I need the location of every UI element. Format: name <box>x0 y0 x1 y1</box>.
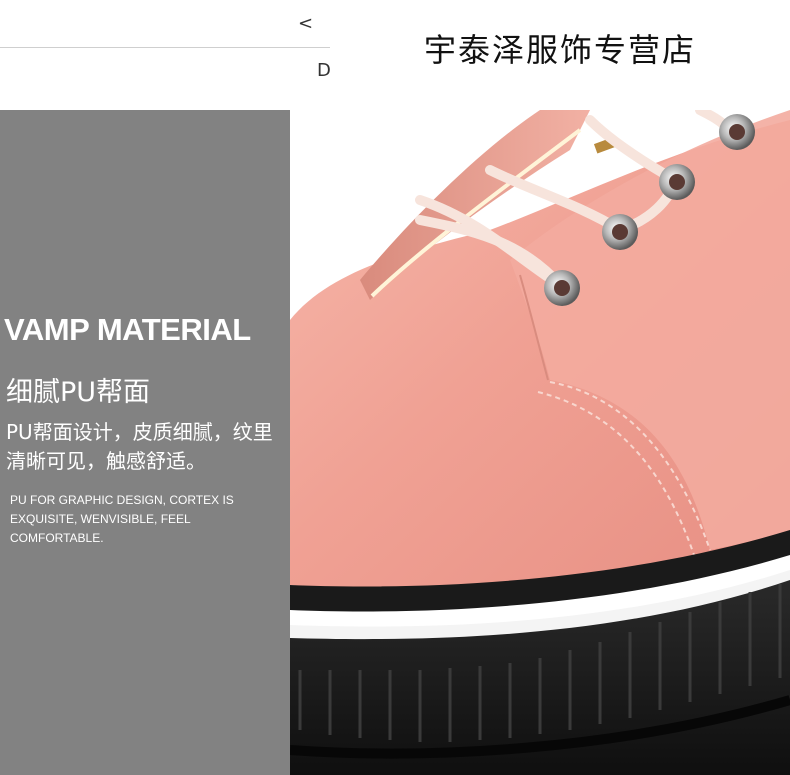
feature-title: VAMP MATERIAL <box>4 312 251 347</box>
shop-name: 宇泰泽服饰专营店 <box>423 31 696 69</box>
previous-arrow-icon[interactable]: < <box>298 12 313 36</box>
divider-line <box>0 47 330 48</box>
product-photo <box>290 110 790 775</box>
feature-cn-title: 细腻PU帮面 <box>6 377 151 408</box>
top-left-strip: < D <box>0 0 330 108</box>
clipped-letter: D <box>317 60 330 81</box>
feature-cn-description: PU帮面设计，皮质细腻，纹里清晰可见，触感舒适。 <box>6 420 273 473</box>
feature-panel: VAMP MATERIAL 细腻PU帮面 PU帮面设计，皮质细腻，纹里清晰可见，… <box>0 110 290 775</box>
feature-en-description: PU FOR GRAPHIC DESIGN, CORTEX IS EXQUISI… <box>10 493 234 545</box>
